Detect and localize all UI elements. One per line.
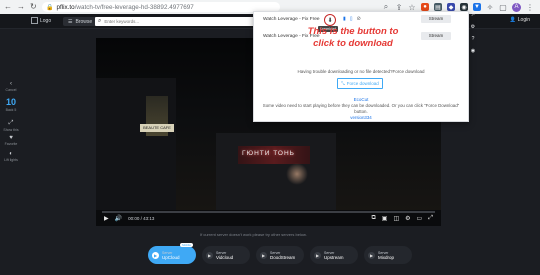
share-icon[interactable]: ⇪ [395,3,403,12]
server-doodstream[interactable]: ▶ Server DoodStream [256,246,304,264]
server-upstream[interactable]: ▶ Server Upstream [310,246,358,264]
play-icon[interactable]: ▶ [104,215,109,222]
rail-number: 10 [5,97,16,107]
copy-icon[interactable]: ▮ [343,16,346,22]
play-icon: ▶ [314,251,321,259]
settings-icon[interactable]: ⚙ [471,24,475,30]
trouble-text: Having trouble downloading or no file de… [297,69,425,74]
rail-label: Cancel [5,88,17,92]
reload-icon[interactable]: ↻ [30,3,37,11]
force-download-button[interactable]: ⤡ Force download [337,78,383,89]
wand-icon: ⤡ [341,81,345,86]
player-controls: ▶ 🔊 00:00 / 43:13 ⧉ ▣ ◫ ⚙ ▭ ⤢ [96,210,441,226]
play-icon: ▶ [206,251,213,259]
ecocut-link[interactable]: EcoCut [254,97,468,102]
sidebar-icon[interactable]: ▢ [499,3,507,12]
star-icon[interactable]: ☆ [408,3,416,12]
version-link[interactable]: version334 [350,115,371,120]
expand-icon[interactable]: ↗ [471,12,475,18]
fullscreen-icon[interactable]: ⤢ [428,215,433,222]
annotation-text: This is the button to click to download [307,26,399,49]
server-vidcloud[interactable]: ▶ Server Vidcloud [202,246,250,264]
site-logo[interactable]: Logo [31,17,51,24]
login-button[interactable]: 👤 Login [510,17,530,23]
profile-avatar[interactable]: A [512,2,521,12]
cast-icon[interactable]: ▭ [417,215,423,222]
extension-icon[interactable]: ◉ [460,3,468,11]
login-label: Login [517,17,530,23]
extension-icon[interactable]: ▤ [434,3,442,11]
time-display: 00:00 / 43:13 [128,216,155,221]
player-side-rail: ‹ Cancel 10 Back 5 ⤢ Show this ♥ Favorit… [0,29,22,275]
light-icon: ◐ [9,151,13,157]
rail-cancel[interactable]: ‹ Cancel [0,81,22,92]
search-icon: ⌕ [98,18,102,24]
stream-type[interactable]: Stream [421,32,451,40]
rail-back[interactable]: 10 Back 5 [0,97,22,112]
address-bar[interactable]: 🔒 pflix.to/watch-tv/free-leverage-hd-388… [42,2,280,12]
search-input[interactable] [104,19,255,24]
block-icon[interactable]: ⊘ [357,16,361,22]
expand-icon: ⤢ [8,120,14,126]
puzzle-icon[interactable]: ✧ [486,3,494,12]
support-text: Some video need to start playing before … [262,103,460,114]
file-icon[interactable]: ▯ [350,16,353,22]
url-host: pflix.to [56,3,75,11]
force-download-label: Force download [346,81,379,86]
rail-label: Back 5 [5,108,17,112]
browse-label: Browse [75,18,93,25]
rail-label: Show this [3,128,19,132]
download-icon[interactable]: ⬇ [324,14,336,26]
search-icon[interactable]: ⌕ [382,2,390,11]
pip-icon[interactable]: ◫ [393,215,399,222]
media-title: Watch Leverage - Fix Free [263,16,320,22]
github-icon[interactable]: ◉ [471,48,475,54]
server-note: If current server doesn't work please tr… [200,232,307,237]
forward-icon[interactable]: → [17,3,25,11]
menu-icon: ☰ [68,18,73,25]
server-list: ▶ Server UpCloud Mobile ▶ Server Vidclou… [148,243,412,264]
url-path: /watch-tv/free-leverage-hd-38892.4977697 [74,3,194,11]
media-row[interactable]: Watch Leverage - Fix Free ⬇ ▮ ▯ ⊘ Stream [254,13,468,26]
browse-button[interactable]: ☰ Browse [63,17,98,26]
menu-icon[interactable]: ⋮ [526,3,534,12]
hd-icon[interactable]: ▣ [382,215,388,222]
rail-favorite[interactable]: ♥ Favorite [0,135,22,146]
server-badge: Mobile [180,243,193,247]
progress-bar[interactable] [102,211,435,213]
back-chevron-icon: ‹ [10,81,12,87]
captions-icon[interactable]: ⧉ [371,215,375,222]
heart-icon: ♥ [9,135,13,141]
stream-type[interactable]: Stream [421,15,451,23]
server-upcloud[interactable]: ▶ Server UpCloud Mobile [148,243,196,264]
play-icon: ▶ [368,251,375,259]
user-icon: 👤 [509,17,516,23]
back-icon[interactable]: ← [4,3,12,11]
logo-text: Logo [40,17,52,24]
rail-lights[interactable]: ◐ Lift lights [0,151,22,162]
rail-label: Favorite [4,142,18,146]
play-icon: ▶ [152,251,159,259]
server-mixdrop[interactable]: ▶ Server Mixdrop [364,246,412,264]
popup-side-tools: ↗ ⚙ ? ◉ [468,12,478,54]
extension-icon[interactable]: ● [421,3,429,11]
volume-icon[interactable]: 🔊 [115,215,122,222]
poster-label: BEAUTE CAFE [140,124,174,132]
play-icon: ▶ [260,251,267,259]
site-search: ⌕ [95,17,275,26]
rail-expand[interactable]: ⤢ Show this [0,120,22,132]
settings-icon[interactable]: ⚙ [405,215,410,222]
downloader-extension-icon[interactable]: ▼ [473,3,481,11]
lock-icon: 🔒 [46,4,54,11]
rail-label: Lift lights [4,158,18,162]
storefront-sign: ГЮНТИ ТОНЬ [242,150,295,157]
help-icon[interactable]: ? [472,36,475,42]
logo-icon [31,17,38,24]
extension-icon[interactable]: ◆ [447,3,455,11]
